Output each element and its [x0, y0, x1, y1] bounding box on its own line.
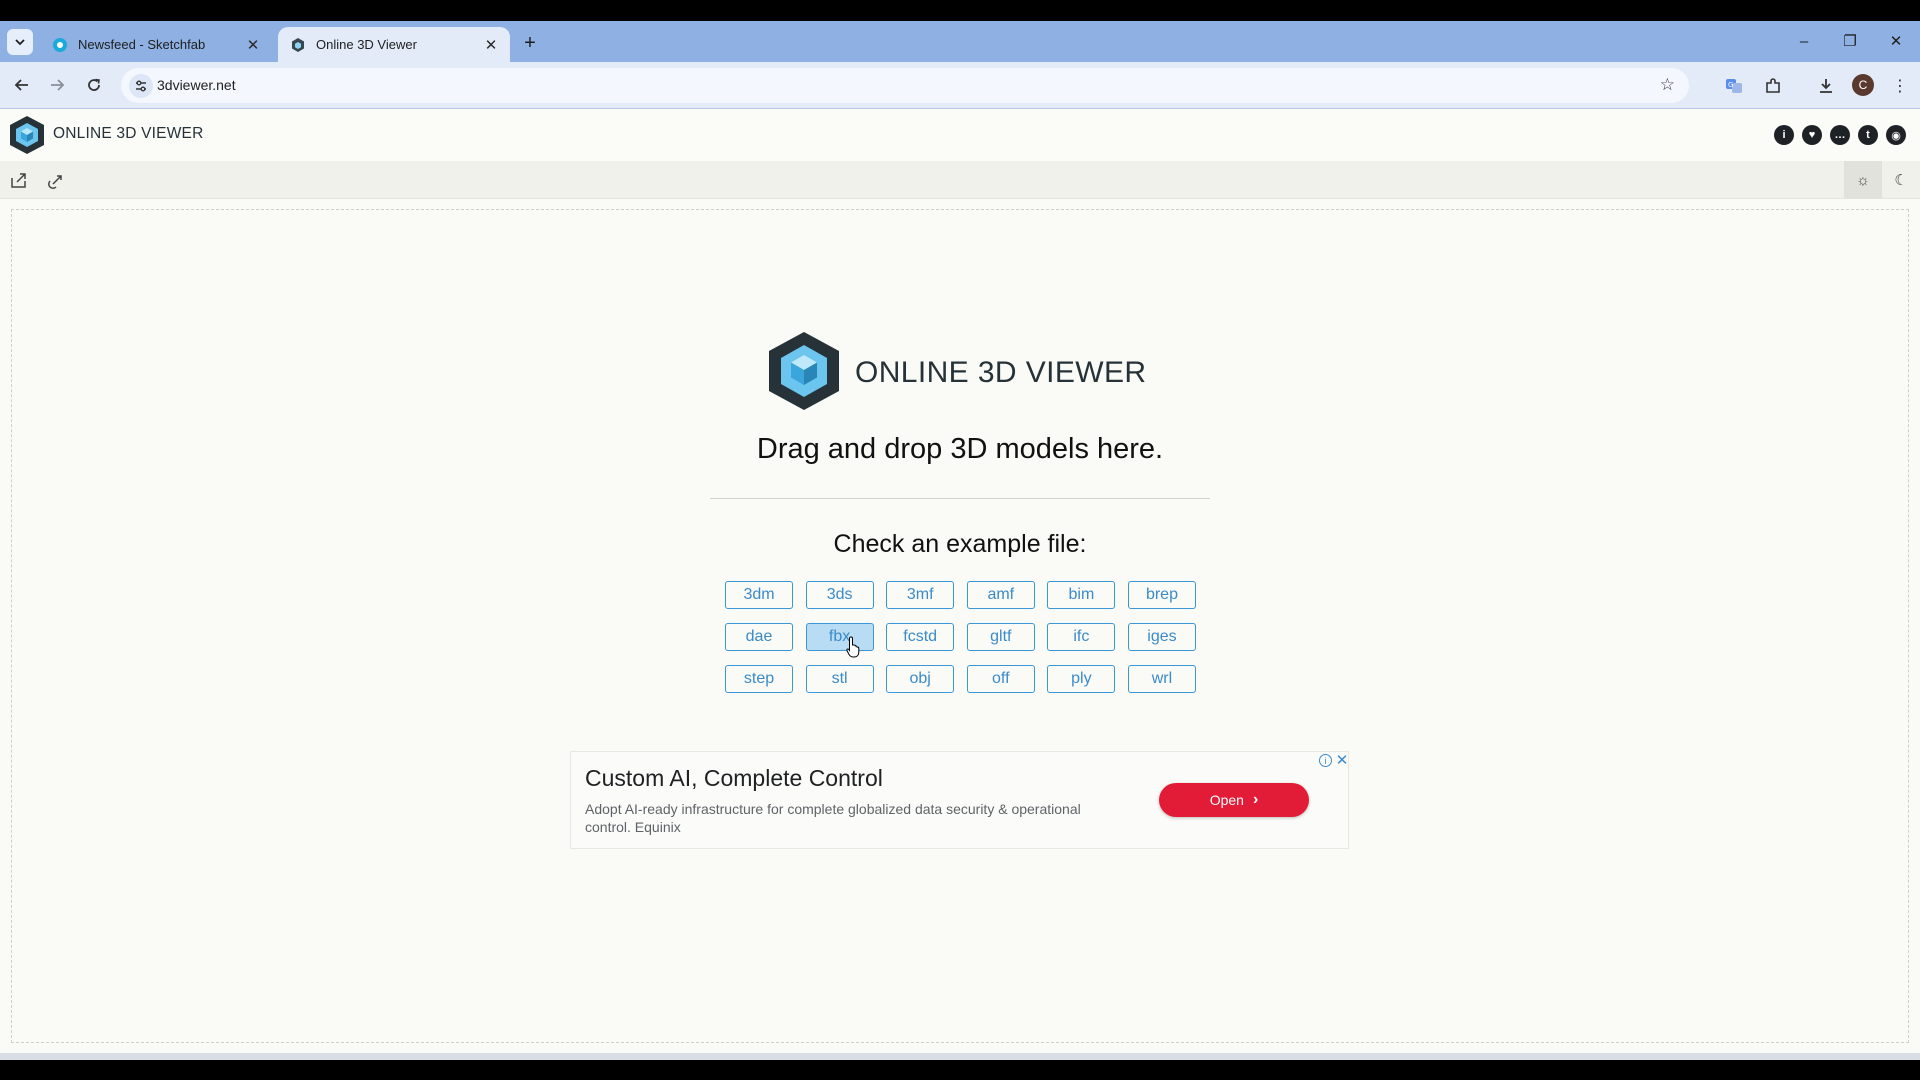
new-tab-button[interactable]: + — [518, 31, 542, 55]
example-wrl-button[interactable]: wrl — [1127, 665, 1196, 693]
example-fcstd-button[interactable]: fcstd — [886, 623, 955, 651]
example-off-button[interactable]: off — [966, 665, 1035, 693]
app-toolbar: ☼ ☾ — [0, 161, 1920, 199]
example-gltf-button[interactable]: gltf — [966, 623, 1035, 651]
open-url-icon — [48, 175, 62, 189]
app-header: ONLINE 3D VIEWER i ♥ … t ◉ — [0, 109, 1920, 161]
browser-tabstrip: Newsfeed - Sketchfab ✕ Online 3D Viewer … — [0, 21, 1920, 62]
hand-cursor-icon — [846, 636, 860, 658]
screen: Newsfeed - Sketchfab ✕ Online 3D Viewer … — [0, 0, 1920, 1080]
tab-sketchfab[interactable]: Newsfeed - Sketchfab ✕ — [40, 27, 272, 62]
app-title[interactable]: ONLINE 3D VIEWER — [53, 125, 203, 143]
intro-title: ONLINE 3D VIEWER — [855, 356, 1147, 389]
bottom-strip — [0, 1053, 1920, 1060]
theme-light-button[interactable]: ☼ — [1844, 161, 1882, 199]
chevron-down-icon — [15, 39, 25, 46]
chat-icon[interactable]: … — [1830, 125, 1850, 145]
example-bim-button[interactable]: bim — [1047, 581, 1116, 609]
github-icon[interactable]: ◉ — [1886, 125, 1906, 145]
example-dae-button[interactable]: dae — [725, 623, 793, 651]
ad-info-icon[interactable]: i — [1319, 754, 1332, 767]
address-bar[interactable]: 3dviewer.net ☆ — [121, 68, 1689, 103]
example-3dm-button[interactable]: 3dm — [725, 581, 793, 609]
ad-description: Adopt AI-ready infrastructure for comple… — [585, 801, 1081, 835]
web-page: ONLINE 3D VIEWER i ♥ … t ◉ ☼ ☾ ONLINE 3D… — [0, 109, 1920, 1053]
ad-banner[interactable]: Custom AI, Complete Control Adopt AI-rea… — [570, 751, 1349, 849]
tab-search-button[interactable] — [7, 29, 33, 55]
intro-subtitle: Drag and drop 3D models here. — [756, 433, 1164, 465]
example-iges-button[interactable]: iges — [1127, 623, 1196, 651]
ad-close-icon[interactable]: ✕ — [1335, 752, 1349, 769]
ad-open-label: Open — [1209, 792, 1244, 808]
example-title: Check an example file: — [833, 530, 1087, 558]
sun-icon: ☼ — [1856, 171, 1870, 189]
browser-menu-icon[interactable]: ⋮ — [1888, 74, 1912, 98]
translate-icon[interactable]: G — [1722, 74, 1746, 98]
close-window-button[interactable]: ✕ — [1878, 29, 1914, 53]
open-file-icon — [11, 173, 26, 188]
info-icon[interactable]: i — [1774, 125, 1794, 145]
back-button[interactable] — [9, 72, 35, 98]
theme-dark-button[interactable]: ☾ — [1882, 161, 1920, 199]
url-text: 3dviewer.net — [157, 77, 236, 93]
heart-icon[interactable]: ♥ — [1802, 125, 1822, 145]
example-3ds-button[interactable]: 3ds — [805, 581, 874, 609]
example-amf-button[interactable]: amf — [966, 581, 1035, 609]
site-info-icon[interactable] — [129, 74, 153, 98]
open-file-button[interactable] — [7, 168, 31, 192]
chevron-right-icon: › — [1252, 791, 1259, 808]
twitter-icon[interactable]: t — [1858, 125, 1878, 145]
forward-button[interactable] — [44, 72, 70, 98]
browser-toolbar: 3dviewer.net ☆ G C ⋮ — [0, 62, 1920, 109]
intro-logo-icon — [769, 332, 839, 410]
3dviewer-favicon-icon — [292, 37, 304, 52]
app-logo-icon[interactable] — [9, 115, 45, 155]
extensions-icon[interactable] — [1761, 74, 1785, 98]
minimize-button[interactable]: – — [1786, 29, 1822, 53]
example-ifc-button[interactable]: ifc — [1047, 623, 1116, 651]
restore-button[interactable]: ❐ — [1832, 29, 1868, 53]
ad-open-button[interactable]: Open › — [1159, 783, 1309, 817]
reload-icon — [88, 78, 100, 91]
ad-title[interactable]: Custom AI, Complete Control — [585, 765, 883, 792]
tab-close-icon[interactable]: ✕ — [244, 36, 262, 54]
svg-text:G: G — [1728, 81, 1733, 89]
intro-divider — [710, 498, 1210, 499]
open-url-button[interactable] — [45, 168, 69, 192]
tab-online-3d-viewer[interactable]: Online 3D Viewer ✕ — [278, 27, 510, 62]
example-ply-button[interactable]: ply — [1047, 665, 1116, 693]
tab-title: Newsfeed - Sketchfab — [78, 37, 206, 52]
example-fbx-button[interactable]: fbx — [805, 623, 874, 651]
profile-avatar[interactable]: C — [1852, 74, 1874, 96]
moon-icon: ☾ — [1894, 172, 1908, 189]
arrow-right-icon — [51, 79, 65, 91]
example-step-button[interactable]: step — [725, 665, 793, 693]
tab-close-icon[interactable]: ✕ — [482, 36, 500, 54]
example-files-grid: 3dm 3ds 3mf amf bim brep dae fbx fcstd g… — [725, 581, 1196, 693]
reload-button[interactable] — [81, 72, 107, 98]
sketchfab-favicon-icon — [53, 37, 67, 52]
example-obj-button[interactable]: obj — [886, 665, 955, 693]
example-stl-button[interactable]: stl — [805, 665, 874, 693]
arrow-left-icon — [14, 79, 28, 91]
example-3mf-button[interactable]: 3mf — [886, 581, 955, 609]
tab-title: Online 3D Viewer — [316, 37, 417, 52]
downloads-icon[interactable] — [1814, 74, 1838, 98]
bookmark-star-icon[interactable]: ☆ — [1660, 75, 1675, 95]
example-brep-button[interactable]: brep — [1127, 581, 1196, 609]
